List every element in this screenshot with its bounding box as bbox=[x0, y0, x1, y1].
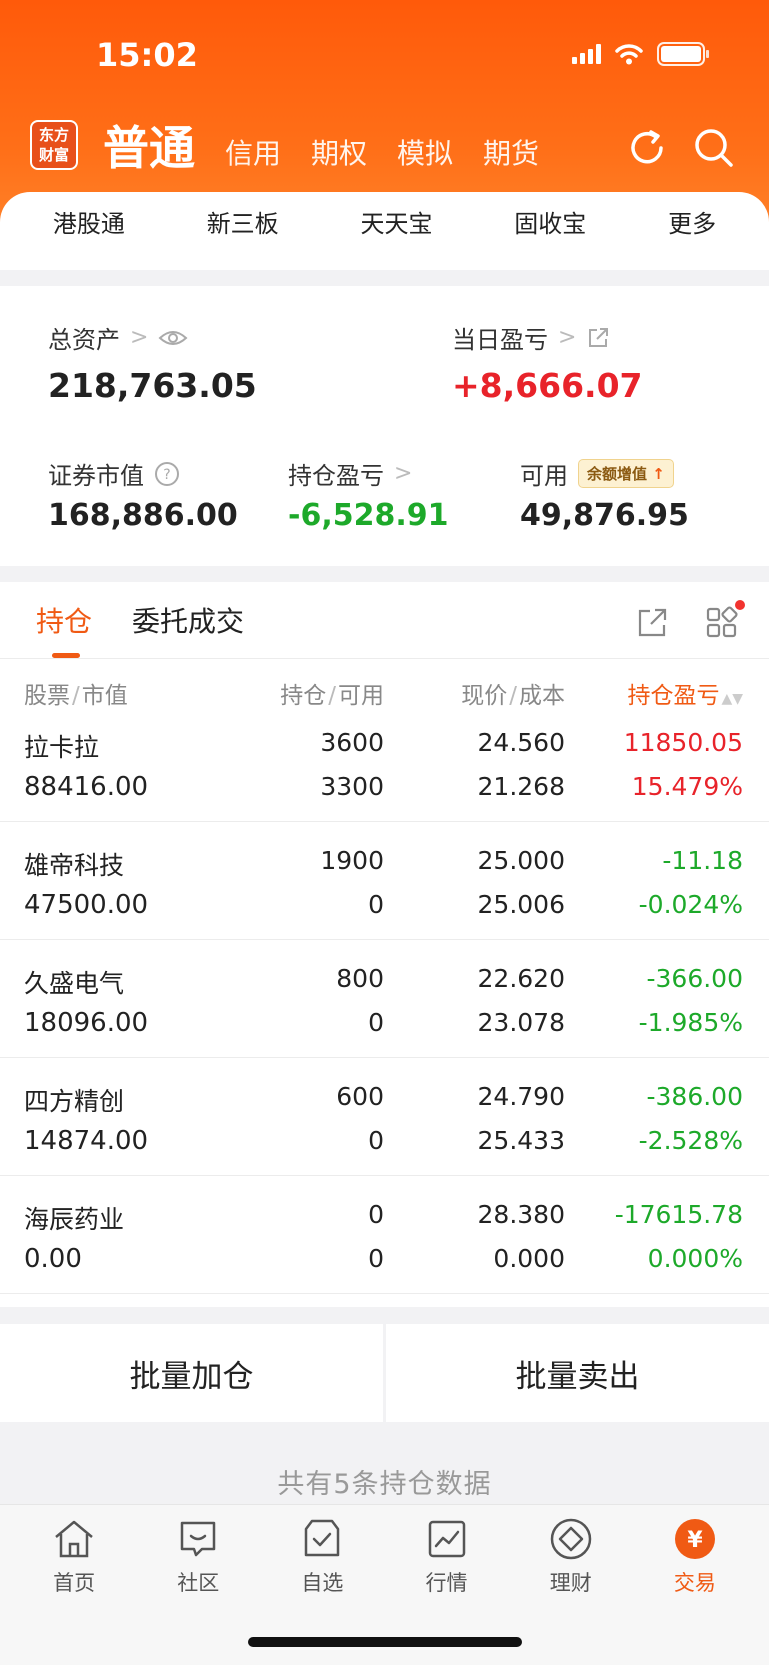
market-icon bbox=[428, 1520, 465, 1558]
tab-options[interactable]: 期权 bbox=[311, 132, 367, 178]
table-row[interactable]: 久盛电气 18096.00 800 0 22.620 23.078 -366.0… bbox=[0, 940, 769, 1058]
refresh-icon[interactable] bbox=[625, 126, 669, 170]
grid-icon bbox=[706, 606, 738, 638]
layout-toggle[interactable] bbox=[705, 600, 745, 644]
search-icon[interactable] bbox=[692, 126, 736, 170]
top-header: 15:02 东方 财富 普通 信用 期权 模拟 期货 港股通 新三板 天天宝 固… bbox=[0, 0, 769, 270]
account-type-tabs: 普通 信用 期权 模拟 期货 bbox=[103, 112, 539, 178]
tabbar-trade[interactable]: ¥ 交易 bbox=[640, 1515, 750, 1597]
table-row[interactable]: 拉卡拉 88416.00 3600 3300 24.560 21.268 118… bbox=[0, 704, 769, 822]
status-time: 15:02 bbox=[96, 36, 198, 74]
share-icon[interactable] bbox=[635, 606, 669, 640]
home-icon bbox=[55, 1520, 93, 1558]
cellular-signal-icon bbox=[572, 44, 601, 64]
svg-text:¥: ¥ bbox=[687, 1528, 703, 1553]
quick-links-bar: 港股通 新三板 天天宝 固收宝 更多 bbox=[0, 192, 769, 270]
tab-normal[interactable]: 普通 bbox=[103, 112, 195, 178]
quick-link-neeq[interactable]: 新三板 bbox=[207, 204, 279, 270]
table-row[interactable]: 四方精创 14874.00 600 0 24.790 25.433 -386.0… bbox=[0, 1058, 769, 1176]
batch-sell-button[interactable]: 批量卖出 bbox=[386, 1324, 769, 1422]
balance-boost-badge[interactable]: 余额增值 ↑ bbox=[578, 459, 674, 488]
quick-link-hk-connect[interactable]: 港股通 bbox=[53, 204, 125, 270]
watchlist-icon bbox=[305, 1519, 340, 1557]
securities-value: 168,886.00 bbox=[48, 498, 238, 533]
table-row[interactable]: 海辰药业 0.00 0 0 28.380 0.000 -17615.78 0.0… bbox=[0, 1176, 769, 1294]
available-funds-label: 可用 余额增值 ↑ bbox=[520, 456, 674, 491]
home-indicator bbox=[248, 1637, 522, 1647]
chevron-right-icon: > bbox=[130, 325, 149, 350]
svg-text:?: ? bbox=[163, 467, 170, 483]
wealth-icon bbox=[550, 1518, 591, 1560]
tab-orders-trades[interactable]: 委托成交 bbox=[132, 600, 244, 658]
status-icons bbox=[572, 42, 709, 66]
positions-tabs: 持仓 委托成交 bbox=[36, 600, 244, 658]
tabbar-wealth[interactable]: 理财 bbox=[516, 1515, 626, 1597]
quick-link-gushoubao[interactable]: 固收宝 bbox=[514, 204, 586, 270]
trade-icon: ¥ bbox=[674, 1519, 715, 1559]
available-funds-value: 49,876.95 bbox=[520, 498, 689, 533]
chevron-right-icon: > bbox=[558, 325, 577, 350]
batch-add-button[interactable]: 批量加仓 bbox=[0, 1324, 383, 1422]
tabbar-watchlist[interactable]: 自选 bbox=[267, 1515, 377, 1597]
tabbar-market[interactable]: 行情 bbox=[392, 1515, 502, 1597]
total-assets-value: 218,763.05 bbox=[48, 366, 257, 405]
tab-simulated[interactable]: 模拟 bbox=[397, 132, 453, 178]
holdings-count-summary: 共有5条持仓数据 bbox=[277, 1469, 492, 1500]
quick-link-more[interactable]: 更多 bbox=[668, 204, 716, 270]
share-icon[interactable] bbox=[586, 326, 610, 350]
batch-actions: 批量加仓 批量卖出 bbox=[0, 1324, 769, 1422]
battery-icon bbox=[657, 42, 709, 66]
asset-summary-card: 总资产 > 218,763.05 当日盈亏 > +8,666.07 证券市值 ?… bbox=[0, 286, 769, 566]
positions-toolbar bbox=[635, 600, 745, 644]
securities-value-label: 证券市值 ? bbox=[48, 456, 180, 491]
position-pnl-label[interactable]: 持仓盈亏 > bbox=[288, 456, 412, 491]
tab-holdings[interactable]: 持仓 bbox=[36, 600, 92, 658]
tabbar-home[interactable]: 首页 bbox=[19, 1515, 129, 1597]
total-assets-label[interactable]: 总资产 > bbox=[48, 320, 188, 355]
holdings-list: 拉卡拉 88416.00 3600 3300 24.560 21.268 118… bbox=[0, 704, 769, 1294]
wifi-icon bbox=[615, 44, 643, 65]
tab-credit[interactable]: 信用 bbox=[225, 132, 281, 178]
eye-icon[interactable] bbox=[158, 328, 188, 348]
positions-card: 持仓 委托成交 股票/市值 持仓/可用 现价/成本 持仓盈亏 ▲▼ 拉卡拉 88… bbox=[0, 582, 769, 1307]
divider bbox=[0, 658, 769, 659]
tab-futures[interactable]: 期货 bbox=[483, 132, 539, 178]
tabbar-community[interactable]: 社区 bbox=[143, 1515, 253, 1597]
notification-dot bbox=[735, 600, 745, 610]
quick-link-tiantianbao[interactable]: 天天宝 bbox=[360, 204, 432, 270]
help-icon[interactable]: ? bbox=[154, 461, 180, 487]
community-icon bbox=[180, 1521, 216, 1557]
table-row[interactable]: 雄帝科技 47500.00 1900 0 25.000 25.006 -11.1… bbox=[0, 822, 769, 940]
eastmoney-logo: 东方 财富 bbox=[30, 120, 78, 170]
chevron-right-icon: > bbox=[394, 461, 413, 486]
position-pnl-value: -6,528.91 bbox=[288, 498, 449, 533]
daily-pnl-label[interactable]: 当日盈亏 > bbox=[452, 320, 610, 355]
daily-pnl-value: +8,666.07 bbox=[452, 366, 643, 405]
